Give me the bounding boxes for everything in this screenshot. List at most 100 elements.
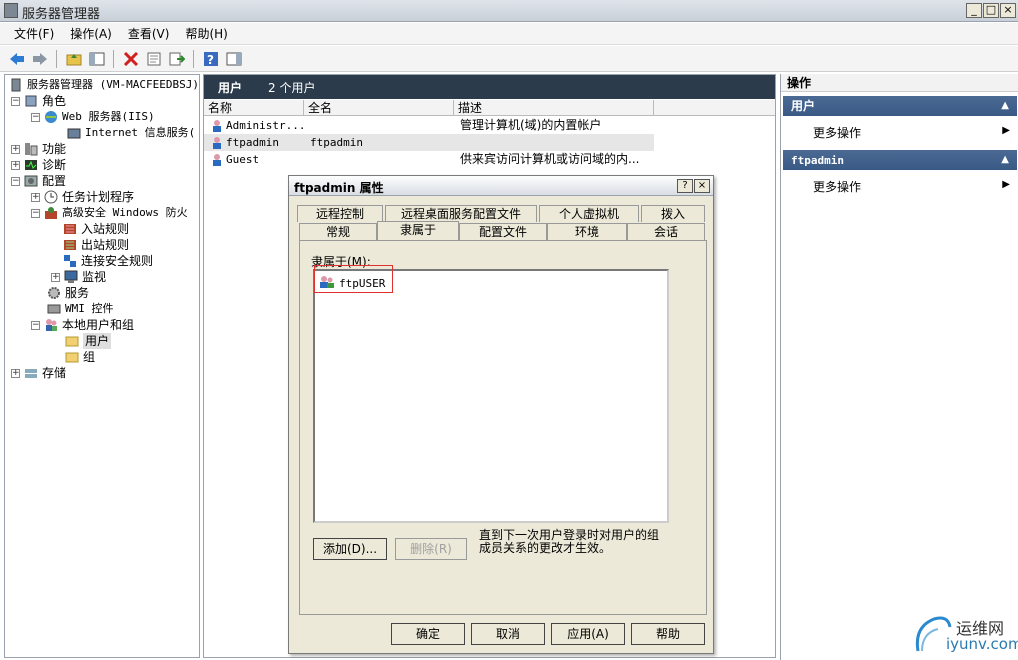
help-icon[interactable]: ?: [200, 48, 221, 69]
users-header: 用户 2 个用户: [204, 75, 775, 99]
cancel-button[interactable]: 取消: [471, 623, 545, 645]
features-icon: [24, 142, 38, 156]
back-icon[interactable]: [6, 48, 27, 69]
annotation-highlight-box: [314, 265, 393, 293]
column-description[interactable]: 描述: [454, 100, 654, 116]
tree-item-users[interactable]: 用户: [65, 333, 112, 349]
collapse-icon[interactable]: −: [11, 96, 20, 106]
properties-dialog: ftpadmin 属性 ? × 远程控制 远程桌面服务配置文件 个人虚拟机 拨入…: [288, 175, 714, 654]
tab-environment[interactable]: 环境: [547, 223, 627, 240]
tree-item-connection-rules[interactable]: 连接安全规则: [63, 253, 153, 269]
services-icon: [47, 286, 61, 300]
tab-personal-vm[interactable]: 个人虚拟机: [539, 205, 639, 222]
tree-item-task-scheduler[interactable]: + 任务计划程序: [31, 189, 134, 205]
export-icon[interactable]: [166, 48, 187, 69]
tree-item-web-server[interactable]: − Web 服务器(IIS): [31, 109, 155, 125]
minimize-button[interactable]: _: [966, 3, 982, 18]
tree-item-outbound-rules[interactable]: 出站规则: [63, 237, 129, 253]
tree-item-storage[interactable]: + 存储: [11, 365, 66, 381]
more-actions-users[interactable]: 更多操作: [813, 124, 861, 141]
storage-icon: [24, 366, 38, 380]
tree-item-firewall[interactable]: − 高级安全 Windows 防火: [31, 205, 188, 221]
collapse-up-icon[interactable]: ▲: [1001, 96, 1009, 116]
server-manager-icon: [9, 78, 23, 92]
menu-view[interactable]: 查看(V): [120, 23, 178, 45]
collapse-icon[interactable]: −: [31, 320, 40, 330]
tree-item-local-users[interactable]: − 本地用户和组: [31, 317, 134, 333]
tree-item-diagnostics[interactable]: + 诊断: [11, 157, 66, 173]
member-of-list[interactable]: ftpUSER: [313, 269, 669, 523]
tree-item-server-manager[interactable]: 服务器管理器 (VM-MACFEEDBSJ): [9, 77, 199, 93]
tab-rds-profile[interactable]: 远程桌面服务配置文件: [385, 205, 537, 222]
tab-remote-control[interactable]: 远程控制: [297, 205, 383, 222]
tree-item-monitor[interactable]: + 监视: [51, 269, 106, 285]
table-row[interactable]: ftpadmin ftpadmin: [204, 134, 654, 151]
window-title: 服务器管理器: [22, 7, 101, 22]
column-fullname[interactable]: 全名: [304, 100, 454, 116]
dialog-title-bar: ftpadmin 属性 ? ×: [289, 176, 713, 196]
table-row[interactable]: Guest 供来宾访问计算机或访问域的内...: [204, 151, 654, 168]
tab-sessions[interactable]: 会话: [627, 223, 705, 240]
roles-icon: [24, 94, 38, 108]
remove-button[interactable]: 删除(R): [395, 538, 467, 560]
apply-button[interactable]: 应用(A): [551, 623, 625, 645]
user-icon: [210, 153, 224, 166]
monitor-icon: [64, 270, 78, 284]
toolbar-separator: [193, 49, 194, 68]
tree-item-wmi[interactable]: WMI 控件: [47, 301, 114, 317]
web-server-icon: [44, 110, 58, 124]
users-count: 2 个用户: [268, 80, 316, 95]
collapse-up-icon[interactable]: ▲: [1001, 150, 1009, 170]
tree-item-services[interactable]: 服务: [47, 285, 89, 301]
outbound-rules-icon: [63, 238, 77, 252]
up-folder-icon[interactable]: [63, 48, 84, 69]
tree-item-configuration[interactable]: − 配置: [11, 173, 66, 189]
delete-icon[interactable]: [120, 48, 141, 69]
local-users-icon: [44, 318, 58, 332]
menu-action[interactable]: 操作(A): [62, 23, 120, 45]
menu-help[interactable]: 帮助(H): [177, 23, 235, 45]
expand-icon[interactable]: +: [31, 192, 40, 202]
tree-item-roles[interactable]: − 角色: [11, 93, 66, 109]
help-button[interactable]: 帮助: [631, 623, 705, 645]
console-tree: 服务器管理器 (VM-MACFEEDBSJ) − 角色 − Web 服务器(II…: [4, 74, 200, 658]
add-button[interactable]: 添加(D)...: [313, 538, 387, 560]
close-button[interactable]: ×: [1000, 3, 1016, 18]
expand-icon[interactable]: +: [11, 144, 20, 154]
collapse-icon[interactable]: −: [11, 176, 20, 186]
actions-title: 操作: [781, 74, 1018, 92]
tree-item-groups[interactable]: 组: [65, 349, 95, 365]
collapse-icon[interactable]: −: [31, 208, 40, 218]
table-row[interactable]: Administr... 管理计算机(域)的内置帐户: [204, 117, 654, 134]
maximize-button[interactable]: □: [983, 3, 999, 18]
forward-icon[interactable]: [29, 48, 50, 69]
user-icon: [210, 119, 224, 132]
tree-item-iis[interactable]: Internet 信息服务(: [67, 125, 195, 141]
tree-item-inbound-rules[interactable]: 入站规则: [63, 221, 129, 237]
inbound-rules-icon: [63, 222, 77, 236]
collapse-icon[interactable]: −: [31, 112, 40, 122]
submenu-arrow-icon: ▶: [1002, 125, 1010, 136]
ok-button[interactable]: 确定: [391, 623, 465, 645]
watermark-logo: 运维网 iyunv.com: [912, 611, 1018, 657]
column-name[interactable]: 名称: [204, 100, 304, 116]
dialog-close-button[interactable]: ×: [694, 179, 710, 193]
more-actions-ftpadmin[interactable]: 更多操作: [813, 178, 861, 195]
tab-dial-in[interactable]: 拨入: [641, 205, 705, 222]
menu-bar: 文件(F) 操作(A) 查看(V) 帮助(H): [0, 23, 1018, 45]
dialog-help-button[interactable]: ?: [677, 179, 693, 193]
watermark-text-url: iyunv.com: [946, 635, 1018, 653]
expand-icon[interactable]: +: [51, 272, 60, 282]
tab-member-of[interactable]: 隶属于: [377, 221, 459, 240]
properties-icon[interactable]: [143, 48, 164, 69]
expand-icon[interactable]: +: [11, 160, 20, 170]
menu-file[interactable]: 文件(F): [6, 23, 62, 45]
tree-item-features[interactable]: + 功能: [11, 141, 66, 157]
actions-section-ftpadmin[interactable]: ftpadmin ▲: [783, 150, 1017, 170]
show-hide-tree-icon[interactable]: [86, 48, 107, 69]
actions-section-users[interactable]: 用户 ▲: [783, 96, 1017, 116]
tab-general[interactable]: 常规: [299, 223, 377, 240]
expand-icon[interactable]: +: [11, 368, 20, 378]
action-pane-icon[interactable]: [223, 48, 244, 69]
tab-profile[interactable]: 配置文件: [459, 223, 547, 240]
